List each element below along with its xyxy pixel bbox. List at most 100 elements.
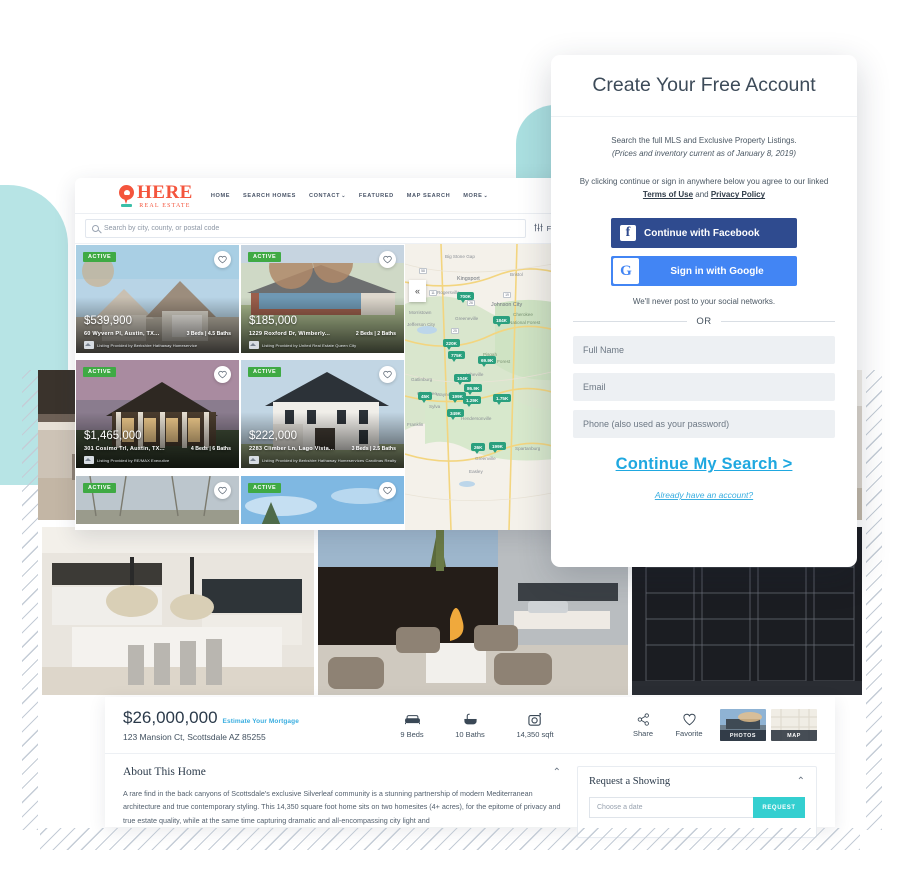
chevron-up-icon[interactable]: ⌃ bbox=[797, 776, 805, 787]
highway-shield-icon: 19 bbox=[503, 292, 511, 298]
map-price-marker[interactable]: 69.9K bbox=[478, 356, 497, 367]
about-header[interactable]: About This Home ⌃ bbox=[123, 766, 561, 778]
listing-price: $1,465,000 bbox=[84, 430, 142, 443]
full-name-input[interactable] bbox=[573, 336, 835, 365]
spec-beds-label: 9 Beds bbox=[400, 729, 424, 739]
nav-item-map-search[interactable]: MAP SEARCH bbox=[407, 193, 451, 199]
modal-body: Search the full MLS and Exclusive Proper… bbox=[551, 117, 857, 500]
already-have-account-link[interactable]: Already have an account? bbox=[573, 490, 835, 500]
favorite-icon[interactable] bbox=[379, 481, 396, 499]
nav-item-contact[interactable]: CONTACT⌄ bbox=[309, 193, 346, 199]
share-label: Share bbox=[632, 729, 653, 738]
map-price-marker[interactable]: 1.75K bbox=[493, 394, 512, 405]
mls-icon bbox=[249, 456, 259, 465]
spec-baths-label: 10 Baths bbox=[455, 729, 485, 739]
detail-address: 123 Mansion Ct, Scottsdale AZ 85255 bbox=[123, 732, 266, 742]
map-price-marker[interactable]: 1.29K bbox=[463, 396, 482, 407]
nav-item-search-homes[interactable]: SEARCH HOMES bbox=[243, 193, 296, 199]
share-icon bbox=[620, 712, 666, 727]
map-place-label: Bristol bbox=[510, 272, 523, 277]
email-input[interactable] bbox=[573, 373, 835, 402]
photos-thumb-caption: PHOTOS bbox=[720, 730, 766, 741]
phone-input[interactable] bbox=[573, 410, 835, 439]
map-place-label: Morristown bbox=[409, 310, 432, 315]
facebook-signin-button[interactable]: f Continue with Facebook bbox=[611, 218, 797, 249]
property-summary-bar: $26,000,000 Estimate Your Mortgage 123 M… bbox=[105, 697, 835, 754]
listing-provider: Listing Provided by Berkshire Hathaway H… bbox=[84, 341, 197, 349]
highway-shield-icon: 25 bbox=[451, 328, 459, 334]
search-results-window: HERE REAL ESTATE HOME SEARCH HOMES CONTA… bbox=[75, 178, 575, 530]
mls-icon bbox=[84, 456, 94, 465]
map-place-label: Greeneville bbox=[455, 316, 479, 321]
facebook-label: Continue with Facebook bbox=[644, 227, 760, 239]
map-price-marker[interactable]: 199K bbox=[489, 442, 506, 453]
listing-address: 60 Wyvern Pl, Austin, TX... bbox=[84, 331, 160, 337]
map-place-label: Cherokee bbox=[513, 312, 533, 317]
map-place-label: Gatlinburg bbox=[411, 377, 433, 382]
map-place-label: Greenville bbox=[475, 456, 496, 461]
listing-card[interactable]: ACTIVE $539,900 60 Wyvern Pl, Austin, TX… bbox=[75, 244, 240, 354]
about-this-home-section: About This Home ⌃ A rare find in the bac… bbox=[123, 766, 561, 838]
collapse-results-button[interactable]: « bbox=[409, 280, 426, 302]
showing-header[interactable]: Request a Showing ⌃ bbox=[589, 776, 805, 787]
detail-price: $26,000,000 bbox=[123, 708, 218, 727]
showing-title: Request a Showing bbox=[589, 776, 671, 787]
nav-item-more[interactable]: MORE⌄ bbox=[463, 193, 488, 199]
map-price-marker[interactable]: 86.9K bbox=[464, 384, 483, 395]
logo-name: HERE bbox=[137, 181, 193, 203]
listing-price: $222,000 bbox=[249, 430, 297, 443]
listing-card[interactable]: ACTIVE $222,000 2283 Climber Ln, Lago Vi… bbox=[240, 359, 405, 470]
spec-area-label: 14,350 sqft bbox=[516, 729, 554, 739]
continue-my-search-button[interactable]: Continue My Search > bbox=[573, 455, 835, 474]
gallery-photo-kitchen[interactable] bbox=[42, 527, 314, 695]
listing-provider: Listing Provided by RE/MAX Executive bbox=[84, 456, 169, 465]
nav-item-featured[interactable]: FEATURED bbox=[359, 193, 394, 199]
highway-shield-icon: 58 bbox=[419, 268, 427, 274]
site-logo[interactable]: HERE REAL ESTATE bbox=[119, 183, 193, 209]
favorite-button[interactable]: Favorite bbox=[666, 712, 712, 738]
favorite-icon[interactable] bbox=[214, 481, 231, 499]
map-panel[interactable]: Save Search « Big Stone Gap Kingsport Br… bbox=[405, 244, 575, 530]
modal-header: Create Your Free Account bbox=[551, 55, 857, 117]
listing-card[interactable]: ACTIVE $185,000 1229 Roxford Dr, Wimberl… bbox=[240, 244, 405, 354]
social-privacy-note: We'll never post to your social networks… bbox=[632, 297, 776, 307]
listing-card[interactable]: ACTIVE bbox=[75, 474, 240, 525]
status-badge: ACTIVE bbox=[83, 252, 117, 262]
listing-card[interactable]: ACTIVE $1,465,000 301 Cosimo Trl, Austin… bbox=[75, 359, 240, 470]
heart-icon bbox=[666, 712, 712, 727]
filter-sliders-icon bbox=[533, 223, 543, 234]
estimate-mortgage-link[interactable]: Estimate Your Mortgage bbox=[223, 718, 299, 725]
favorite-icon[interactable] bbox=[214, 251, 231, 268]
share-button[interactable]: Share bbox=[620, 712, 666, 738]
listing-card[interactable]: ACTIVE bbox=[240, 474, 405, 525]
map-price-marker[interactable]: 26K bbox=[471, 443, 486, 454]
map-thumb[interactable]: MAP bbox=[771, 709, 817, 741]
listing-beds-baths: 3 Beds | 2.5 Baths bbox=[351, 446, 396, 453]
request-button[interactable]: REQUEST bbox=[753, 797, 805, 818]
map-place-label: Kingsport bbox=[457, 276, 480, 282]
map-price-marker[interactable]: 700K bbox=[457, 292, 474, 303]
nav-item-home[interactable]: HOME bbox=[211, 193, 230, 199]
spec-area: 14,350 sqft bbox=[499, 712, 571, 739]
map-price-marker[interactable]: 349K bbox=[447, 409, 464, 420]
status-badge: ACTIVE bbox=[248, 367, 282, 378]
google-signin-button[interactable]: G Sign in with Google bbox=[611, 256, 797, 287]
chevron-up-icon[interactable]: ⌃ bbox=[553, 767, 561, 778]
modal-terms-text: By clicking continue or sign in anywhere… bbox=[573, 175, 835, 203]
mls-icon bbox=[249, 341, 259, 349]
map-price-marker[interactable]: 45K bbox=[418, 392, 433, 403]
map-price-marker[interactable]: 104K bbox=[454, 374, 471, 385]
terms-of-use-link[interactable]: Terms of Use bbox=[643, 190, 693, 199]
privacy-policy-link[interactable]: Privacy Policy bbox=[711, 190, 765, 199]
search-input[interactable]: Search by city, county, or postal code bbox=[85, 219, 526, 238]
map-price-marker[interactable]: 775K bbox=[448, 351, 465, 362]
status-badge: ACTIVE bbox=[83, 367, 117, 378]
date-input[interactable]: Choose a date bbox=[589, 797, 753, 818]
favorite-icon[interactable] bbox=[379, 251, 396, 268]
map-price-marker[interactable]: 220K bbox=[443, 339, 460, 350]
map-price-marker[interactable]: 184K bbox=[493, 316, 510, 327]
photos-thumb[interactable]: PHOTOS bbox=[720, 709, 766, 741]
request-showing-section: Request a Showing ⌃ Choose a date REQUES… bbox=[577, 766, 817, 838]
or-label: OR bbox=[696, 316, 712, 328]
primary-nav: HOME SEARCH HOMES CONTACT⌄ FEATURED MAP … bbox=[211, 193, 488, 199]
